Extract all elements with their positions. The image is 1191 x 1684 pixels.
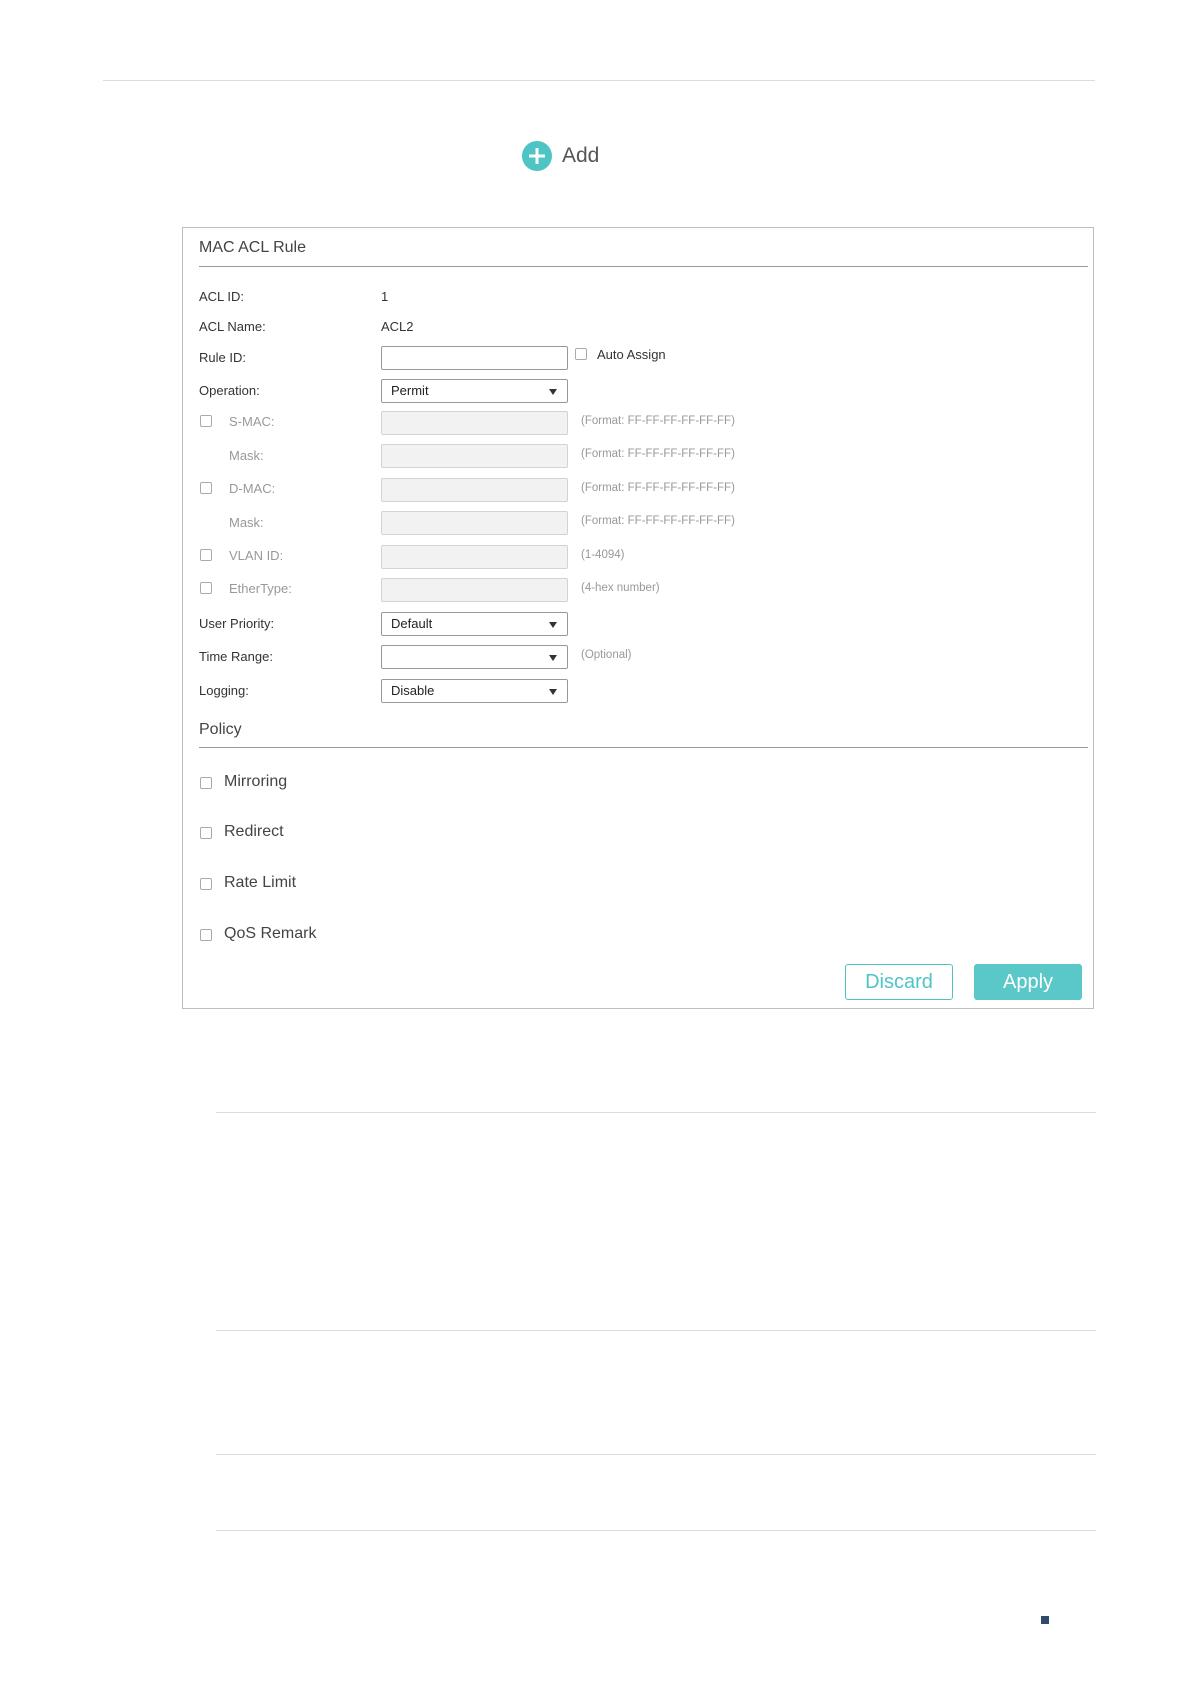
d-mac-hint: (Format: FF-FF-FF-FF-FF-FF) bbox=[581, 482, 735, 494]
s-mac-input[interactable] bbox=[381, 411, 568, 435]
s-mac-hint: (Format: FF-FF-FF-FF-FF-FF) bbox=[581, 415, 735, 427]
vlan-id-hint: (1-4094) bbox=[581, 549, 625, 561]
panel-title-underline bbox=[199, 266, 1088, 267]
s-mac-mask-input[interactable] bbox=[381, 444, 568, 468]
time-range-hint: (Optional) bbox=[581, 649, 632, 661]
policy-title: Policy bbox=[199, 721, 242, 738]
s-mac-label: S-MAC: bbox=[229, 414, 275, 429]
ether-type-checkbox[interactable] bbox=[200, 582, 212, 594]
user-priority-select[interactable]: Default bbox=[381, 612, 568, 636]
qos-remark-checkbox[interactable] bbox=[200, 929, 212, 941]
acl-name-value: ACL2 bbox=[381, 319, 414, 334]
rate-limit-checkbox[interactable] bbox=[200, 878, 212, 890]
mirroring-checkbox[interactable] bbox=[200, 777, 212, 789]
d-mac-checkbox[interactable] bbox=[200, 482, 212, 494]
policy-item-redirect: Redirect bbox=[224, 823, 284, 840]
add-button[interactable]: Add bbox=[522, 141, 599, 171]
apply-button[interactable]: Apply bbox=[974, 964, 1082, 1000]
s-mac-mask-label: Mask: bbox=[229, 448, 264, 463]
vlan-id-label: VLAN ID: bbox=[229, 548, 284, 563]
mac-acl-rule-panel: MAC ACL Rule ACL ID: 1 ACL Name: ACL2 Ru… bbox=[182, 227, 1094, 1009]
acl-id-value: 1 bbox=[381, 289, 389, 304]
rule-id-label: Rule ID: bbox=[199, 350, 246, 365]
logging-select[interactable]: Disable bbox=[381, 679, 568, 703]
ether-type-input[interactable] bbox=[381, 578, 568, 602]
page-corner-mark bbox=[1041, 1616, 1049, 1624]
acl-id-label: ACL ID: bbox=[199, 289, 245, 304]
policy-item-rate-limit: Rate Limit bbox=[224, 874, 297, 891]
s-mac-mask-hint: (Format: FF-FF-FF-FF-FF-FF) bbox=[581, 448, 735, 460]
discard-button[interactable]: Discard bbox=[845, 964, 953, 1000]
redirect-checkbox[interactable] bbox=[200, 827, 212, 839]
policy-item-qos-remark: QoS Remark bbox=[224, 925, 317, 942]
panel-title: MAC ACL Rule bbox=[199, 239, 306, 256]
plus-circle-icon bbox=[522, 141, 552, 171]
policy-item-mirroring: Mirroring bbox=[224, 773, 288, 790]
d-mac-label: D-MAC: bbox=[229, 481, 276, 496]
add-label: Add bbox=[562, 144, 600, 167]
ether-type-hint: (4-hex number) bbox=[581, 582, 660, 594]
d-mac-mask-hint: (Format: FF-FF-FF-FF-FF-FF) bbox=[581, 515, 735, 527]
time-range-select[interactable] bbox=[381, 645, 568, 669]
user-priority-label: User Priority: bbox=[199, 616, 275, 631]
time-range-label: Time Range: bbox=[199, 649, 273, 664]
auto-assign-checkbox[interactable] bbox=[575, 348, 587, 360]
s-mac-checkbox[interactable] bbox=[200, 415, 212, 427]
vlan-id-checkbox[interactable] bbox=[200, 549, 212, 561]
top-divider bbox=[103, 80, 1095, 81]
rule-id-input[interactable] bbox=[381, 346, 568, 370]
divider-2 bbox=[216, 1330, 1096, 1331]
acl-name-label: ACL Name: bbox=[199, 319, 266, 334]
policy-title-underline bbox=[199, 747, 1088, 748]
logging-label: Logging: bbox=[199, 683, 249, 698]
d-mac-mask-input[interactable] bbox=[381, 511, 568, 535]
auto-assign-label: Auto Assign bbox=[597, 347, 666, 362]
d-mac-input[interactable] bbox=[381, 478, 568, 502]
divider-3 bbox=[216, 1454, 1096, 1455]
ether-type-label: EtherType: bbox=[229, 581, 292, 596]
d-mac-mask-label: Mask: bbox=[229, 515, 264, 530]
operation-label: Operation: bbox=[199, 383, 260, 398]
operation-select[interactable]: Permit bbox=[381, 379, 568, 403]
divider-4 bbox=[216, 1530, 1096, 1531]
vlan-id-input[interactable] bbox=[381, 545, 568, 569]
divider-1 bbox=[216, 1112, 1096, 1113]
